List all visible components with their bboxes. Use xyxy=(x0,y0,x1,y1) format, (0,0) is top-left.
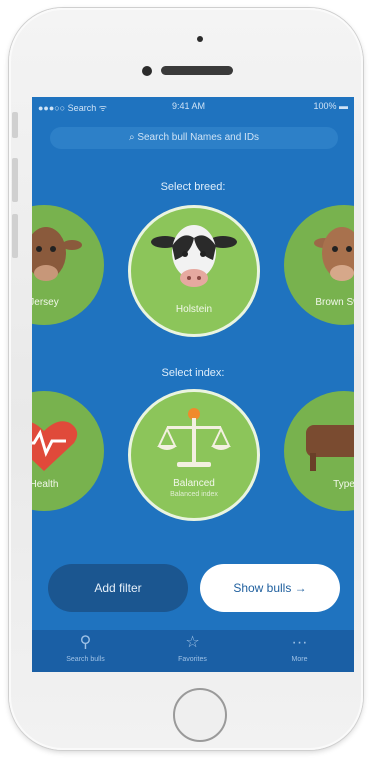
index-name: Health xyxy=(32,479,59,490)
breed-name: Brown Swiss xyxy=(315,297,354,308)
home-button[interactable] xyxy=(173,688,227,742)
select-index-label: Select index: xyxy=(161,367,225,379)
star-icon: ☆ xyxy=(185,634,200,651)
tab-label: More xyxy=(291,656,308,663)
index-option-type[interactable]: Type xyxy=(284,391,354,511)
show-bulls-button[interactable]: Show bulls → xyxy=(200,564,340,612)
clock: 9:41 AM xyxy=(172,101,206,111)
search-input[interactable]: ⌕ Search bull Names and IDs xyxy=(50,127,338,149)
sensor-dot xyxy=(197,36,203,42)
earpiece-speaker xyxy=(161,66,233,75)
volume-up-button xyxy=(12,158,18,202)
tab-favorites[interactable]: ☆ Favorites xyxy=(139,630,246,672)
index-name: Balanced xyxy=(173,478,215,489)
battery-indicator: 100% ▬ xyxy=(313,101,348,111)
holstein-cow-icon xyxy=(151,225,237,287)
index-option-health[interactable]: Health xyxy=(32,391,104,511)
add-filter-button[interactable]: Add filter xyxy=(48,564,188,612)
breed-name: Holstein xyxy=(175,304,213,315)
cow-body-icon xyxy=(306,425,354,471)
breed-option-jersey[interactable]: Jersey xyxy=(32,205,104,325)
index-name: Type xyxy=(333,479,354,490)
status-bar: ●●●○○ Search ᯤ 9:41 AM 100% ▬ xyxy=(32,97,354,115)
tab-search-bulls[interactable]: ⚲ Search bulls xyxy=(32,630,139,672)
carrier-signal: ●●●○○ Search ᯤ xyxy=(38,103,107,113)
tab-label: Favorites xyxy=(178,656,207,663)
mute-switch xyxy=(12,112,18,138)
index-subtitle: Balanced index xyxy=(170,491,218,498)
menu-icon: ··· xyxy=(291,634,308,651)
index-option-balanced[interactable]: Balanced Balanced index xyxy=(128,389,260,521)
heart-pulse-icon xyxy=(32,421,78,471)
tab-bar: ⚲ Search bulls ☆ Favorites ··· More xyxy=(32,630,354,672)
breed-name: Jersey xyxy=(32,297,59,308)
balance-scale-icon xyxy=(157,408,231,467)
tab-more[interactable]: ··· More xyxy=(246,630,353,672)
front-camera xyxy=(142,66,152,76)
breed-option-holstein[interactable]: Holstein xyxy=(128,205,260,337)
volume-down-button xyxy=(12,214,18,258)
select-breed-label: Select breed: xyxy=(160,181,226,193)
search-icon: ⚲ xyxy=(79,634,92,651)
breed-option-brown-swiss[interactable]: Brown Swiss xyxy=(284,205,354,325)
search-placeholder: Search bull Names and IDs xyxy=(137,132,260,143)
app-screen: ●●●○○ Search ᯤ 9:41 AM 100% ▬ ⌕ Search b… xyxy=(32,97,354,672)
tab-label: Search bulls xyxy=(66,656,105,663)
